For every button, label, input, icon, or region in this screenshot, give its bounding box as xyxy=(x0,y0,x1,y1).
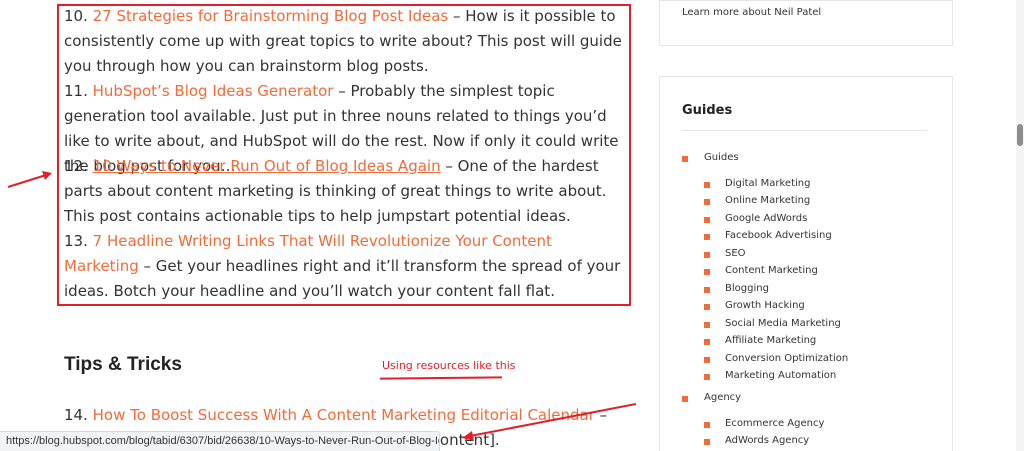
bullet-icon xyxy=(704,422,710,428)
guide-link-growth-hacking[interactable]: Growth Hacking xyxy=(704,300,805,311)
author-link[interactable]: Learn more about Neil Patel xyxy=(682,7,821,18)
bullet-icon xyxy=(704,339,710,345)
guide-link-content-marketing[interactable]: Content Marketing xyxy=(704,265,818,276)
scrollbar-thumb[interactable] xyxy=(1017,124,1023,146)
guide-link-ecommerce-agency[interactable]: Ecommerce Agency xyxy=(704,418,824,429)
guides-title: Guides xyxy=(682,103,733,118)
guides-group-agency[interactable]: Agency xyxy=(682,392,741,403)
guide-link-digital-marketing[interactable]: Digital Marketing xyxy=(704,178,810,189)
guide-label: Google AdWords xyxy=(725,213,808,224)
bullet-icon xyxy=(704,269,710,275)
guide-label: Facebook Advertising xyxy=(725,230,832,241)
bullet-icon xyxy=(704,322,710,328)
bullet-icon xyxy=(704,217,710,223)
annotation-text: Using resources like this xyxy=(382,359,516,372)
guide-link-facebook-advertising[interactable]: Facebook Advertising xyxy=(704,230,832,241)
guide-link-seo[interactable]: SEO xyxy=(704,248,746,259)
guide-link-online-marketing[interactable]: Online Marketing xyxy=(704,195,810,206)
guide-label: Ecommerce Agency xyxy=(725,418,825,429)
author-card: Learn more about Neil Patel xyxy=(659,0,953,46)
bullet-icon xyxy=(704,287,710,293)
bullet-icon xyxy=(704,182,710,188)
arrow-left xyxy=(7,171,52,188)
bullet-icon xyxy=(704,374,710,380)
divider xyxy=(682,130,927,131)
guide-link-affiliate-marketing[interactable]: Affiliate Marketing xyxy=(704,335,816,346)
guide-link-social-media-marketing[interactable]: Social Media Marketing xyxy=(704,318,841,329)
browser-status-bar: https://blog.hubspot.com/blog/tabid/6307… xyxy=(0,431,440,451)
group-label: Guides xyxy=(704,152,739,163)
guide-label: SEO xyxy=(725,248,746,259)
bullet-icon xyxy=(682,156,688,162)
guide-label: Social Media Marketing xyxy=(725,318,841,329)
guide-link-adwords-agency[interactable]: AdWords Agency xyxy=(704,435,809,446)
guide-label: Marketing Automation xyxy=(725,370,837,381)
highlight-box xyxy=(57,4,631,306)
annotation-underline xyxy=(379,376,503,380)
guide-label: AdWords Agency xyxy=(725,435,810,446)
bullet-icon xyxy=(704,199,710,205)
guide-label: Growth Hacking xyxy=(725,300,805,311)
bullet-icon xyxy=(704,439,710,445)
guides-card: Guides Guides Digital Marketing Online M… xyxy=(659,76,953,451)
guide-link-marketing-automation[interactable]: Marketing Automation xyxy=(704,370,836,381)
bullet-icon xyxy=(704,357,710,363)
page-scrollbar[interactable] xyxy=(1016,0,1024,451)
guide-label: Content Marketing xyxy=(725,265,818,276)
guide-link-conversion-optimization[interactable]: Conversion Optimization xyxy=(704,353,848,364)
guide-link-blogging[interactable]: Blogging xyxy=(704,283,769,294)
guide-label: Online Marketing xyxy=(725,195,811,206)
bullet-icon xyxy=(704,252,710,258)
guide-label: Conversion Optimization xyxy=(725,353,849,364)
section-title: Tips & Tricks xyxy=(64,354,182,375)
guide-label: Blogging xyxy=(725,283,769,294)
guide-link-google-adwords[interactable]: Google AdWords xyxy=(704,213,807,224)
item-number: 14. xyxy=(64,406,88,424)
bullet-icon xyxy=(682,396,688,402)
group-label: Agency xyxy=(704,392,742,403)
guide-label: Affiliate Marketing xyxy=(725,335,817,346)
bullet-icon xyxy=(704,304,710,310)
link-editorial-calendar[interactable]: How To Boost Success With A Content Mark… xyxy=(93,406,595,424)
bullet-icon xyxy=(704,234,710,240)
guide-label: Digital Marketing xyxy=(725,178,811,189)
guides-group-guides[interactable]: Guides xyxy=(682,152,739,163)
